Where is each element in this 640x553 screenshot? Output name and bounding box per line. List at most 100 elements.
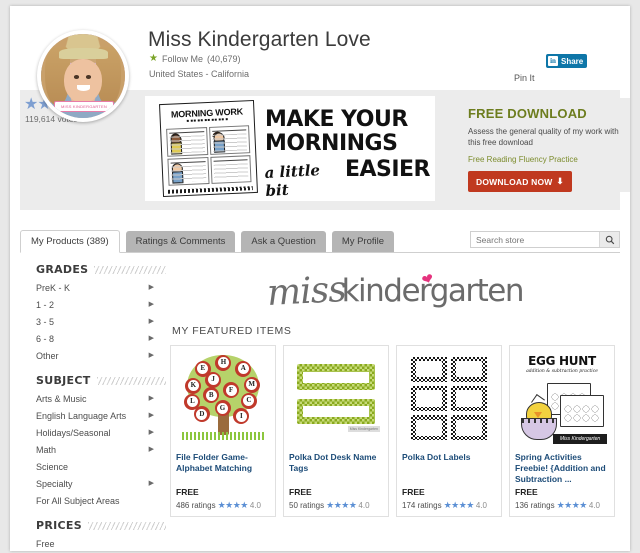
- label-cell: [451, 385, 487, 412]
- chevron-right-icon: ▶: [148, 284, 154, 291]
- apple-letter-text: E: [197, 363, 209, 374]
- filter-label: Free: [36, 538, 55, 549]
- banner-artwork[interactable]: MORNING WORK MAKE YOUR MORNINGS a little…: [145, 96, 435, 201]
- worksheet-graphic: [560, 394, 605, 427]
- filter-label: 3 - 5: [36, 316, 55, 327]
- main-panel: miss kindergarten ❤ MY FEATURED ITEMS E …: [166, 263, 620, 551]
- product-thumbnail-egg-hunt[interactable]: EGG HUNT addition & subtraction practice…: [515, 351, 609, 446]
- apple-letter: J: [205, 371, 222, 388]
- product-price: FREE: [515, 487, 538, 497]
- free-download-description: Assess the general quality of my work wi…: [468, 127, 619, 147]
- product-rating: 486 ratings ★★★★ 4.0: [176, 500, 270, 511]
- apple-letter-text: G: [217, 402, 229, 414]
- star-icon: ★: [149, 53, 158, 64]
- tab-my-profile[interactable]: My Profile: [331, 230, 395, 252]
- search-input[interactable]: [471, 232, 599, 247]
- filter-title-grades: GRADES: [36, 263, 89, 276]
- filter-item-for-all-subject-areas[interactable]: For All Subject Areas: [36, 492, 166, 509]
- cover-thumb: [209, 154, 252, 184]
- follow-count: (40,679): [206, 54, 241, 64]
- download-now-button[interactable]: DOWNLOAD NOW ⬇: [468, 171, 572, 192]
- filter-label: Holidays/Seasonal: [36, 427, 111, 438]
- avatar-eye-right: [86, 75, 92, 79]
- tab-ask-a-question[interactable]: Ask a Question: [241, 230, 326, 252]
- product-title[interactable]: File Folder Game- Alphabet Matching: [176, 452, 270, 485]
- product-thumbnail-name-tags[interactable]: Miss Kindergarten: [289, 351, 383, 446]
- avatar-face: [63, 59, 103, 103]
- cover-thumb: [167, 156, 210, 186]
- filter-label: 1 - 2: [36, 299, 55, 310]
- product-title[interactable]: Polka Dot Labels: [402, 452, 496, 485]
- grass: [181, 431, 265, 441]
- avatar-headband: [59, 48, 109, 60]
- chevron-right-icon: ▶: [148, 395, 154, 402]
- linkedin-share-label: Share: [561, 56, 584, 66]
- product-price: FREE: [289, 487, 312, 497]
- product-price: FREE: [176, 487, 199, 497]
- filter-item-science[interactable]: Science: [36, 458, 166, 475]
- featured-items-list: E H A K J M L B F C D G I File Folder Ga…: [170, 345, 620, 517]
- hatch-divider: [87, 521, 166, 530]
- filter-item-specialty[interactable]: Specialty ▶: [36, 475, 166, 492]
- linkedin-icon: in: [548, 56, 558, 66]
- linkedin-share-button[interactable]: in Share: [546, 54, 588, 68]
- free-download-panel: FREE DOWNLOAD Assess the general quality…: [458, 98, 630, 192]
- tab-ratings-comments[interactable]: Ratings & Comments: [125, 230, 236, 252]
- rating-stars-icon: ★★★★: [326, 500, 357, 510]
- follow-me-button[interactable]: ★ Follow Me (40,679): [149, 53, 241, 65]
- filter-item-math[interactable]: Math ▶: [36, 441, 166, 458]
- filter-group-prices-header: PRICES: [36, 519, 166, 532]
- product-ratings-count: 486 ratings: [176, 501, 216, 510]
- search-icon: [605, 235, 614, 244]
- rating-stars-icon: ★★★★: [556, 500, 588, 510]
- product-card[interactable]: E H A K J M L B F C D G I File Folder Ga…: [170, 345, 276, 517]
- rating-stars-icon: ★★★★: [217, 500, 249, 510]
- label-cell: [411, 385, 447, 412]
- product-price: FREE: [402, 487, 425, 497]
- filter-label: English Language Arts: [36, 410, 127, 421]
- kid-illustration: [212, 131, 225, 153]
- apple-letter: K: [185, 377, 202, 394]
- download-icon: ⬇: [556, 176, 564, 186]
- search-button[interactable]: [599, 232, 619, 247]
- product-thumbnail-alphabet-tree[interactable]: E H A K J M L B F C D G I: [176, 351, 270, 446]
- product-title[interactable]: Spring Activities Freebie! {Addition and…: [515, 452, 609, 485]
- apple-letter-text: L: [186, 396, 198, 408]
- tab-bar: My Products (389) Ratings & Comments Ask…: [20, 222, 620, 253]
- name-tag-graphic: [296, 364, 376, 390]
- filter-item-arts-music[interactable]: Arts & Music ▶: [36, 390, 166, 407]
- product-rating-value: 4.0: [358, 501, 370, 510]
- tab-my-products[interactable]: My Products (389): [20, 229, 120, 253]
- apple-letter: C: [240, 392, 257, 409]
- banner-line-1: MAKE YOUR: [265, 107, 408, 132]
- filter-item-free[interactable]: Free: [36, 535, 166, 551]
- morning-work-cover-image: MORNING WORK: [159, 99, 258, 198]
- avatar[interactable]: MISS KINDERGARTEN: [37, 30, 129, 122]
- filter-item-3-5[interactable]: 3 - 5 ▶: [36, 313, 166, 330]
- product-card[interactable]: EGG HUNT addition & subtraction practice…: [509, 345, 615, 517]
- filter-label: Other: [36, 350, 59, 361]
- filter-item-holidays-seasonal[interactable]: Holidays/Seasonal ▶: [36, 424, 166, 441]
- filter-item-1-2[interactable]: 1 - 2 ▶: [36, 296, 166, 313]
- product-card[interactable]: Miss Kindergarten Polka Dot Desk Name Ta…: [283, 345, 389, 517]
- apple-letter: M: [243, 376, 260, 393]
- product-rating-value: 4.0: [249, 501, 261, 510]
- kid-illustration: [171, 162, 184, 184]
- product-title[interactable]: Polka Dot Desk Name Tags: [289, 452, 383, 485]
- brand-tag-label: Miss Kindergarten: [559, 436, 601, 442]
- free-download-link[interactable]: Free Reading Fluency Practice: [468, 155, 620, 164]
- pinterest-pin-it-button[interactable]: Pin It: [514, 73, 535, 83]
- product-card[interactable]: Polka Dot Labels FREE 174 ratings ★★★★ 4…: [396, 345, 502, 517]
- chevron-right-icon: ▶: [148, 318, 154, 325]
- store-page: MISS KINDERGARTEN Miss Kindergarten Love…: [10, 6, 630, 551]
- filter-label: For All Subject Areas: [36, 495, 120, 506]
- filter-label: Science: [36, 461, 69, 472]
- filter-item-prek-k[interactable]: PreK - K ▶: [36, 279, 166, 296]
- product-ratings-count: 50 ratings: [289, 501, 325, 510]
- filter-item-english-language-arts[interactable]: English Language Arts ▶: [36, 407, 166, 424]
- avatar-smile: [77, 85, 90, 92]
- filter-item-other[interactable]: Other ▶: [36, 347, 166, 364]
- product-thumbnail-polka-labels[interactable]: [402, 351, 496, 446]
- apple-letter-text: D: [196, 408, 208, 420]
- filter-item-6-8[interactable]: 6 - 8 ▶: [36, 330, 166, 347]
